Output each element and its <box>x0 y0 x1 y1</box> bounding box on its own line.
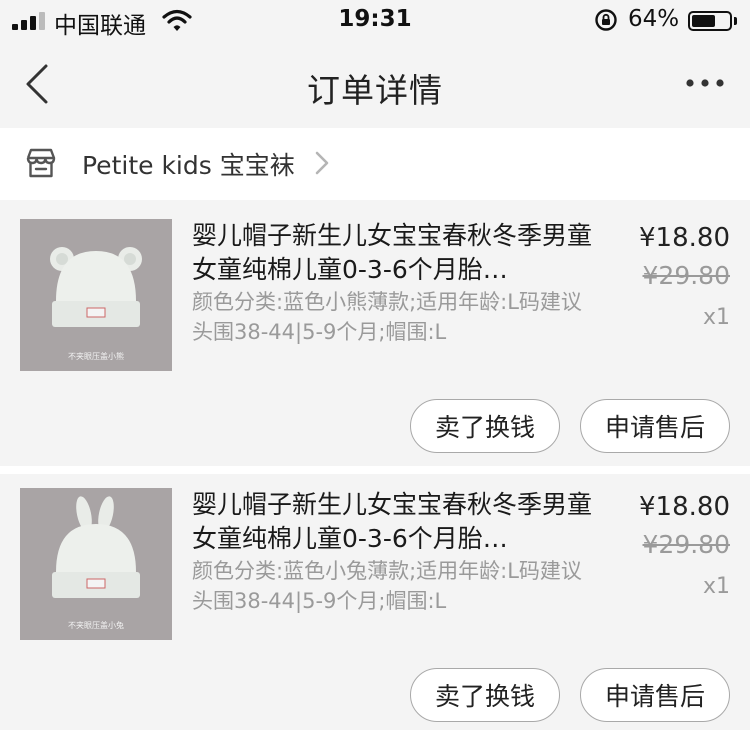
order-item: 不夹眼压盖小兔 婴儿帽子新生儿女宝宝春秋冬季男童女童纯棉儿童0-3-6个月胎… … <box>0 476 750 730</box>
item-original-price: ¥29.80 <box>642 261 730 290</box>
item-price: ¥18.80 <box>639 492 730 522</box>
store-icon <box>26 148 56 178</box>
chevron-right-icon[interactable] <box>314 150 330 176</box>
item-original-price: ¥29.80 <box>642 530 730 559</box>
status-bar: 中国联通 19:31 64% <box>0 0 750 42</box>
shop-row[interactable]: Petite kids 宝宝袜 <box>0 128 750 200</box>
svg-text:不夹眼压盖小熊: 不夹眼压盖小熊 <box>68 351 124 361</box>
battery-cap <box>734 17 737 25</box>
item-title[interactable]: 婴儿帽子新生儿女宝宝春秋冬季男童女童纯棉儿童0-3-6个月胎… <box>192 488 592 556</box>
nav-bar: 订单详情 <box>0 42 750 128</box>
order-item: 不夹眼压盖小熊 婴儿帽子新生儿女宝宝春秋冬季男童女童纯棉儿童0-3-6个月胎… … <box>0 207 750 467</box>
svg-text:不夹眼压盖小兔: 不夹眼压盖小兔 <box>68 620 124 630</box>
product-image[interactable]: 不夹眼压盖小兔 <box>20 488 172 640</box>
item-title[interactable]: 婴儿帽子新生儿女宝宝春秋冬季男童女童纯棉儿童0-3-6个月胎… <box>192 219 592 287</box>
sell-button[interactable]: 卖了换钱 <box>410 399 560 453</box>
item-sku: 颜色分类:蓝色小熊薄款;适用年龄:L码建议头围38-44|5-9个月;帽围:L <box>192 290 582 344</box>
battery-percent: 64% <box>628 6 680 32</box>
rotation-lock-icon <box>595 9 617 31</box>
divider <box>0 466 750 474</box>
page-title: 订单详情 <box>307 71 443 110</box>
item-price: ¥18.80 <box>639 223 730 253</box>
item-quantity: x1 <box>702 305 730 330</box>
after-sale-button[interactable]: 申请售后 <box>580 399 730 453</box>
more-icon[interactable] <box>685 78 725 88</box>
shop-name[interactable]: Petite kids 宝宝袜 <box>82 146 295 182</box>
item-quantity: x1 <box>702 574 730 599</box>
item-sku: 颜色分类:蓝色小兔薄款;适用年龄:L码建议头围38-44|5-9个月;帽围:L <box>192 559 582 613</box>
battery-icon <box>688 11 732 31</box>
after-sale-button[interactable]: 申请售后 <box>580 668 730 722</box>
sell-button[interactable]: 卖了换钱 <box>410 668 560 722</box>
product-image[interactable]: 不夹眼压盖小熊 <box>20 219 172 371</box>
